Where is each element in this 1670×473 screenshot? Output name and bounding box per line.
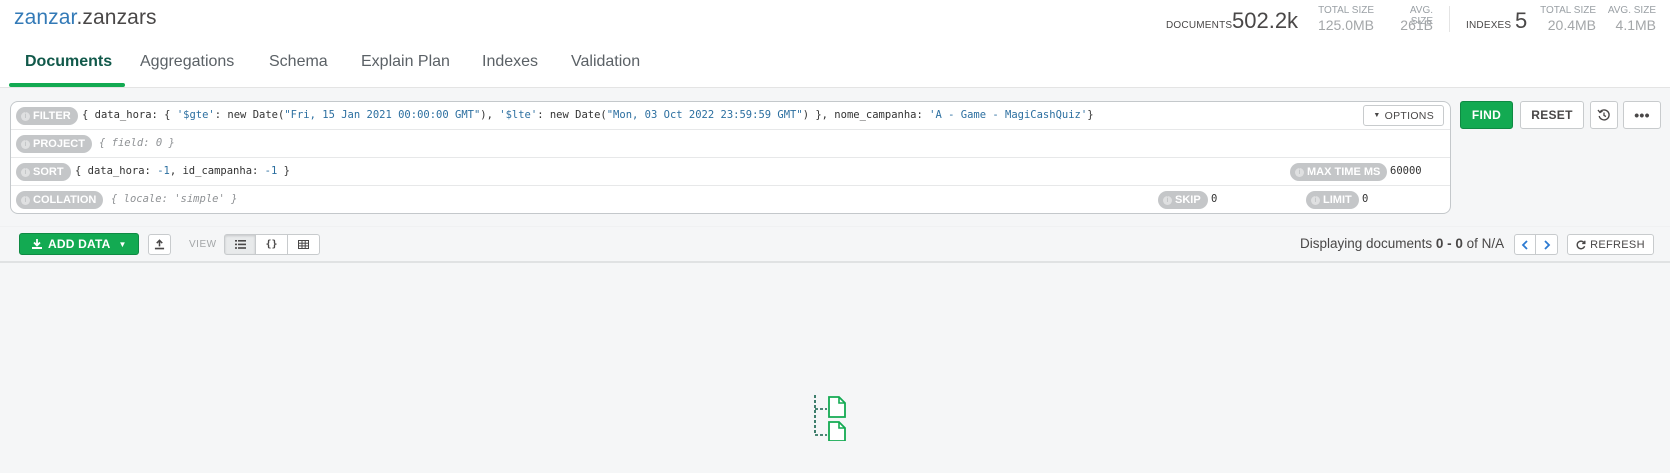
empty-documents-icon — [814, 395, 846, 441]
filter-input[interactable]: { data_hora: { '$gte': new Date("Fri, 15… — [82, 109, 1094, 121]
indexes-count: 5 — [1515, 8, 1528, 33]
sort-row: i SORT { data_hora: -1, id_campanha: -1 }… — [11, 158, 1450, 186]
idx-avg-size-value: 4.1MB — [1615, 17, 1656, 33]
idx-total-size-label: TOTAL SIZE — [1540, 5, 1596, 16]
table-view-button[interactable] — [288, 234, 320, 255]
refresh-button[interactable]: REFRESH — [1567, 234, 1654, 255]
table-view-icon — [298, 240, 309, 249]
next-page-button[interactable] — [1536, 234, 1558, 255]
max-time-input[interactable]: 60000 — [1390, 165, 1422, 177]
tab-validation[interactable]: Validation — [571, 53, 640, 71]
json-view-button[interactable]: {} — [256, 234, 288, 255]
collation-row: i COLLATION { locale: 'simple' } i SKIP 0 … — [11, 186, 1450, 213]
more-options-button[interactable]: ••• — [1623, 101, 1661, 129]
sort-label: SORT — [33, 166, 64, 178]
doc-total-size-label: TOTAL SIZE — [1318, 5, 1374, 16]
doc-total-size-value: 125.0MB — [1317, 17, 1374, 33]
tab-documents[interactable]: Documents — [25, 53, 112, 71]
project-label: PROJECT — [33, 138, 85, 150]
filter-row: i FILTER { data_hora: { '$gte': new Date(… — [11, 102, 1450, 130]
view-label: VIEW — [189, 239, 217, 250]
documents-label: DOCUMENTS — [1166, 20, 1233, 31]
collection-name: zanzars — [82, 6, 157, 29]
stats-divider — [1449, 6, 1450, 32]
project-input[interactable]: { field: 0 } — [99, 137, 175, 149]
content-divider — [0, 261, 1670, 263]
query-history-button[interactable] — [1590, 101, 1618, 129]
header-divider — [0, 87, 1670, 88]
refresh-icon — [1576, 240, 1586, 249]
history-icon — [1597, 109, 1610, 121]
reset-button[interactable]: RESET — [1520, 101, 1584, 129]
max-time-pill[interactable]: i MAX TIME MS — [1290, 163, 1388, 181]
filter-pill[interactable]: i FILTER — [16, 107, 78, 125]
caret-down-icon: ▼ — [118, 239, 127, 249]
chevron-left-icon — [1521, 239, 1528, 250]
info-icon: i — [1163, 195, 1172, 205]
limit-input[interactable]: 0 — [1362, 193, 1368, 205]
tab-schema[interactable]: Schema — [269, 53, 328, 71]
limit-pill[interactable]: i LIMIT — [1306, 191, 1359, 209]
sort-pill[interactable]: i SORT — [16, 163, 71, 181]
info-icon: i — [1295, 167, 1304, 177]
filter-label: FILTER — [33, 110, 71, 122]
skip-label: SKIP — [1175, 194, 1201, 206]
database-name[interactable]: zanzar — [14, 6, 76, 29]
collection-header: zanzar.zanzars DOCUMENTS 502.2k TOTAL SI… — [0, 0, 1670, 88]
list-view-icon — [234, 240, 246, 249]
max-time-label: MAX TIME MS — [1307, 166, 1381, 178]
tab-explain-plan[interactable]: Explain Plan — [361, 53, 450, 71]
tab-aggregations[interactable]: Aggregations — [140, 53, 234, 71]
download-icon — [32, 239, 42, 249]
pagination-status: Displaying documents 0 - 0 of N/A — [1300, 236, 1505, 251]
sort-input[interactable]: { data_hora: -1, id_campanha: -1 } — [75, 165, 290, 177]
documents-count: 502.2k — [1232, 8, 1299, 33]
query-bar: i FILTER { data_hora: { '$gte': new Date(… — [10, 101, 1451, 214]
export-collection-button[interactable] — [148, 234, 171, 255]
limit-label: LIMIT — [1323, 194, 1352, 206]
project-pill[interactable]: i PROJECT — [16, 135, 92, 153]
idx-avg-size-label: AVG. SIZE — [1607, 5, 1656, 16]
idx-total-size-value: 20.4MB — [1547, 17, 1596, 33]
previous-page-button[interactable] — [1514, 234, 1536, 255]
caret-down-icon: ▼ — [1373, 112, 1381, 119]
find-button[interactable]: FIND — [1460, 101, 1513, 129]
info-icon: i — [21, 139, 30, 149]
skip-input[interactable]: 0 — [1211, 193, 1217, 205]
info-icon: i — [1311, 195, 1320, 205]
info-icon: i — [21, 195, 30, 205]
indexes-label: INDEXES — [1466, 20, 1512, 31]
add-data-button[interactable]: ADD DATA ▼ — [19, 233, 139, 255]
tab-indexes[interactable]: Indexes — [482, 53, 538, 71]
json-view-icon: {} — [265, 239, 278, 250]
chevron-right-icon — [1543, 239, 1550, 250]
export-icon — [154, 239, 165, 250]
collation-pill[interactable]: i COLLATION — [16, 191, 104, 209]
skip-pill[interactable]: i SKIP — [1158, 191, 1208, 209]
list-view-button[interactable] — [224, 234, 256, 255]
info-icon: i — [21, 111, 30, 121]
toolbar-divider — [0, 226, 1670, 227]
doc-avg-size-value: 261B — [1400, 17, 1433, 33]
collation-label: COLLATION — [33, 194, 97, 206]
info-icon: i — [21, 167, 30, 177]
collation-input[interactable]: { locale: 'simple' } — [111, 193, 237, 205]
project-row: i PROJECT { field: 0 } — [11, 130, 1450, 158]
options-button[interactable]: ▼ OPTIONS — [1363, 105, 1444, 126]
namespace-title: zanzar.zanzars — [14, 6, 157, 30]
